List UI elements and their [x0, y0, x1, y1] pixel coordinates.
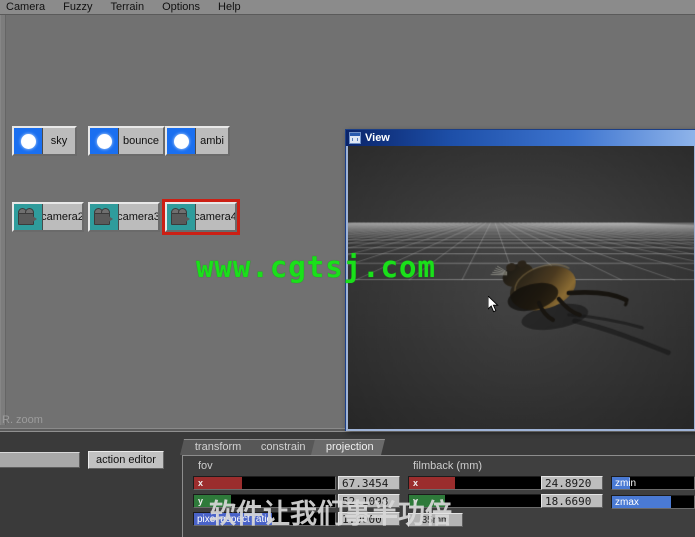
point-light-icon — [167, 128, 196, 154]
zmax-label: zmax — [615, 496, 639, 508]
node-label: sky — [50, 135, 68, 147]
fov-x-slider[interactable]: x — [193, 476, 336, 490]
node-light-bounce[interactable]: bounce — [88, 126, 165, 156]
node-label: camera4 — [196, 211, 235, 223]
menu-camera[interactable]: Camera — [0, 1, 54, 14]
application-window: Camera Fuzzy Terrain Options Help sky bo… — [0, 0, 695, 537]
node-label: ambi — [200, 135, 224, 147]
viewport-canvas[interactable] — [348, 146, 694, 429]
node-light-sky[interactable]: sky — [12, 126, 77, 156]
filmback-group-label: filmback (mm) — [413, 460, 483, 472]
camera-icon — [167, 204, 196, 230]
node-camera3[interactable]: camera3 — [88, 202, 160, 232]
fov-group-label: fov — [198, 460, 213, 472]
menu-fuzzy[interactable]: Fuzzy — [54, 1, 101, 14]
zmax-slider[interactable]: zmax — [611, 495, 695, 509]
window-icon — [349, 132, 361, 144]
menu-help[interactable]: Help — [209, 1, 250, 14]
filmback-y-value[interactable]: 18.6690 — [541, 494, 603, 508]
camera-icon — [90, 204, 119, 230]
panel-divider-strip — [0, 15, 6, 425]
node-label: bounce — [122, 135, 160, 147]
node-label: camera3 — [119, 211, 158, 223]
node-light-ambi[interactable]: ambi — [165, 126, 230, 156]
command-input[interactable] — [0, 452, 80, 468]
menu-terrain[interactable]: Terrain — [101, 1, 153, 14]
tab-label: constrain — [261, 441, 306, 453]
tab-label: transform — [194, 441, 242, 453]
node-label: camera2 — [43, 211, 82, 223]
tab-constrain[interactable]: constrain — [246, 439, 318, 455]
tab-transform[interactable]: transform — [180, 439, 253, 455]
menu-bar: Camera Fuzzy Terrain Options Help — [0, 0, 695, 15]
fov-x-value[interactable]: 67.3454 — [338, 476, 400, 490]
viewport-3d[interactable] — [346, 146, 695, 431]
tab-projection[interactable]: projection — [311, 439, 385, 455]
zmin-label: zmin — [615, 477, 637, 489]
channel-label: x — [413, 478, 419, 488]
attribute-tabs: transform constrain projection — [180, 439, 385, 455]
camera-icon — [14, 204, 43, 230]
action-editor-button[interactable]: action editor — [88, 451, 164, 469]
zmin-slider[interactable]: zmin — [611, 476, 695, 490]
tab-label: projection — [325, 441, 374, 453]
point-light-icon — [90, 128, 119, 154]
view-window-titlebar[interactable]: View — [346, 130, 695, 146]
channel-label: x — [198, 478, 204, 488]
menu-options[interactable]: Options — [153, 1, 209, 14]
filmback-x-value[interactable]: 24.8920 — [541, 476, 603, 490]
node-camera2[interactable]: camera2 — [12, 202, 84, 232]
channel-label: y — [198, 496, 204, 506]
view-window-title: View — [365, 132, 390, 144]
watermark-url: www.cgtsj.com — [196, 250, 436, 284]
watermark-text: 软件让我们事半功倍 — [209, 499, 452, 530]
node-camera4[interactable]: camera4 — [162, 199, 240, 235]
point-light-icon — [14, 128, 43, 154]
